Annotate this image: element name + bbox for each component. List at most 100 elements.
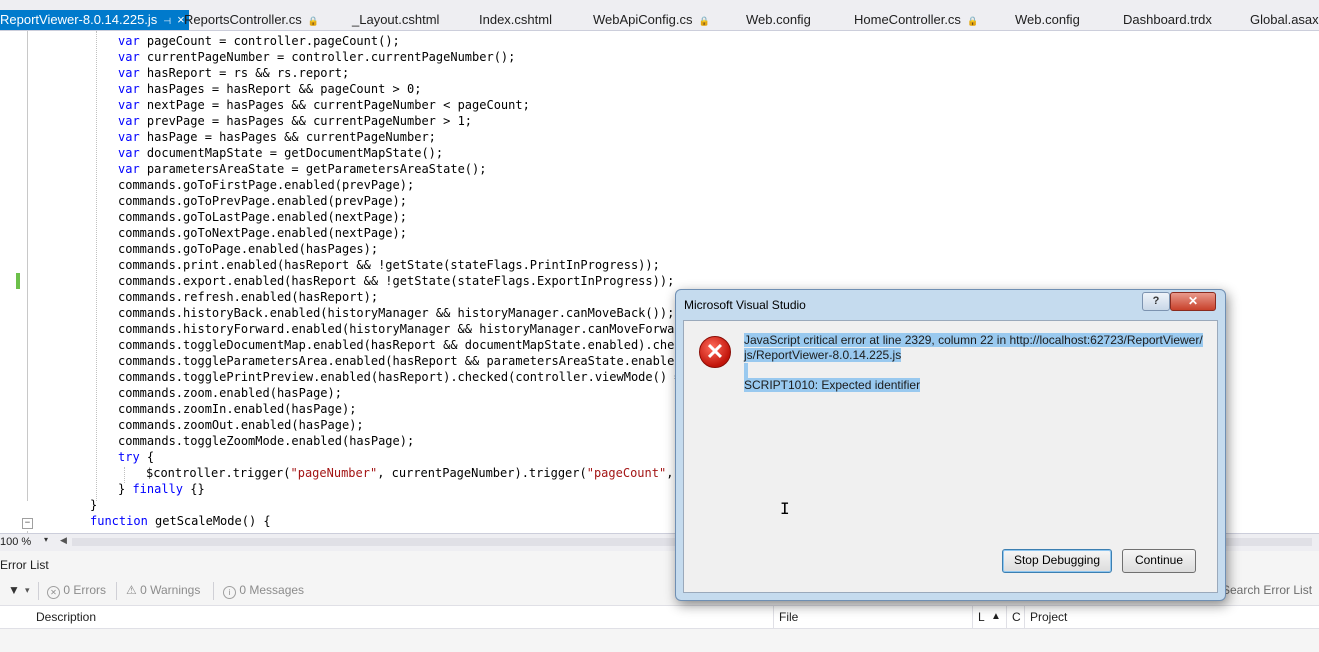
info-icon: i xyxy=(223,586,236,599)
code-line: function getScaleMode() { xyxy=(90,514,271,528)
error-message[interactable]: JavaScript critical error at line 2329, … xyxy=(744,333,1204,393)
change-marker xyxy=(16,273,20,289)
dialog-title: Microsoft Visual Studio xyxy=(684,298,806,312)
tab-label: Index.cshtml xyxy=(479,12,552,27)
code-line: var currentPageNumber = controller.curre… xyxy=(118,50,516,64)
column-separator xyxy=(773,606,774,628)
zoom-dropdown-icon[interactable]: ▾ xyxy=(44,535,48,544)
lock-icon: 🔒 xyxy=(966,16,979,26)
code-line: commands.toggleParametersArea.enabled(ha… xyxy=(118,354,696,368)
message-line: SCRIPT1010: Expected identifier xyxy=(744,378,921,392)
tab-global-asax[interactable]: Global.asax.c xyxy=(1250,10,1319,30)
code-line: commands.goToNextPage.enabled(nextPage); xyxy=(118,226,407,240)
message-line: JavaScript critical error at line 2329, … xyxy=(744,333,1203,347)
code-line: commands.refresh.enabled(hasReport); xyxy=(118,290,379,304)
lock-icon: 🔒 xyxy=(307,16,319,26)
messages-count: 0 Messages xyxy=(239,583,305,597)
continue-button[interactable]: Continue xyxy=(1122,549,1196,573)
tab-index-cshtml[interactable]: Index.cshtml xyxy=(479,10,552,30)
lock-icon: 🔒 xyxy=(698,16,710,26)
code-line: $controller.trigger("pageNumber", curren… xyxy=(146,466,695,480)
code-line: var pageCount = controller.pageCount(); xyxy=(118,34,400,48)
warnings-count: 0 Warnings xyxy=(140,583,201,597)
col-column[interactable]: C xyxy=(1012,610,1021,624)
tab-label: HomeController.cs xyxy=(854,12,961,27)
code-line: var prevPage = hasPages && currentPageNu… xyxy=(118,114,473,128)
tab-reportscontroller[interactable]: ReportsController.cs 🔒 xyxy=(184,10,319,30)
selected-blank-line xyxy=(744,363,748,378)
tab-layout-cshtml[interactable]: _Layout.cshtml xyxy=(352,10,439,30)
code-line: var hasPages = hasReport && pageCount > … xyxy=(118,82,422,96)
tab-label: WebApiConfig.cs xyxy=(593,12,693,27)
code-line: commands.print.enabled(hasReport && !get… xyxy=(118,258,660,272)
stop-debugging-button[interactable]: Stop Debugging xyxy=(1002,549,1112,573)
code-line: var parametersAreaState = getParametersA… xyxy=(118,162,487,176)
col-project[interactable]: Project xyxy=(1030,610,1067,624)
editor-gutter xyxy=(0,31,40,533)
code-line: var hasPage = hasPages && currentPageNum… xyxy=(118,130,436,144)
outline-line xyxy=(27,31,28,501)
text-cursor-icon: I xyxy=(780,499,790,518)
fold-toggle-icon[interactable]: − xyxy=(22,518,33,529)
error-icon: ✕ xyxy=(47,586,60,599)
warning-icon: ⚠ xyxy=(126,583,137,597)
tab-reportviewer-js[interactable]: ReportViewer-8.0.14.225.js ⊣ × xyxy=(0,10,189,30)
code-line: commands.goToFirstPage.enabled(prevPage)… xyxy=(118,178,415,192)
toolbar-separator xyxy=(38,582,39,600)
messages-filter-button[interactable]: i 0 Messages xyxy=(223,583,304,599)
errors-filter-button[interactable]: ✕ 0 Errors xyxy=(47,583,106,599)
filter-dropdown-icon[interactable]: ▾ xyxy=(25,585,30,596)
col-description[interactable]: Description xyxy=(36,610,96,624)
tab-web-config-2[interactable]: Web.config xyxy=(1015,10,1080,30)
error-list-header: Description File L ▲ C Project xyxy=(0,605,1319,629)
message-line: js/ReportViewer-8.0.14.225.js xyxy=(744,348,902,362)
sort-ascending-icon: ▲ xyxy=(991,611,1001,622)
document-tab-bar: ReportViewer-8.0.14.225.js ⊣ × ReportsCont… xyxy=(0,0,1319,31)
tab-label: Dashboard.trdx xyxy=(1123,12,1212,27)
code-line: commands.zoomIn.enabled(hasPage); xyxy=(118,402,357,416)
code-line: commands.goToLastPage.enabled(nextPage); xyxy=(118,210,407,224)
code-line: } finally {} xyxy=(118,482,205,496)
tab-label: ReportViewer-8.0.14.225.js xyxy=(0,12,158,27)
code-line: var hasReport = rs && rs.report; xyxy=(118,66,350,80)
tab-webapiconfig[interactable]: WebApiConfig.cs 🔒 xyxy=(593,10,710,30)
toolbar-separator xyxy=(213,582,214,600)
warnings-filter-button[interactable]: ⚠ 0 Warnings xyxy=(126,583,200,597)
column-separator xyxy=(1006,606,1007,628)
pin-icon[interactable]: ⊣ xyxy=(163,16,171,26)
column-separator xyxy=(1024,606,1025,628)
tab-label: Web.config xyxy=(746,12,811,27)
tab-web-config[interactable]: Web.config xyxy=(746,10,811,30)
close-button[interactable]: ✕ xyxy=(1170,292,1216,311)
error-dialog: Microsoft Visual Studio ? ✕ ✕ JavaScript… xyxy=(675,289,1226,601)
code-line: var documentMapState = getDocumentMapSta… xyxy=(118,146,444,160)
code-line: commands.togglePrintPreview.enabled(hasR… xyxy=(118,370,689,384)
col-file[interactable]: File xyxy=(779,610,798,624)
indent-guide xyxy=(96,31,97,501)
zoom-level[interactable]: 100 % xyxy=(0,535,50,549)
tab-label: ReportsController.cs xyxy=(184,12,302,27)
tab-dashboard-trdx[interactable]: Dashboard.trdx xyxy=(1123,10,1212,30)
filter-icon[interactable]: ▼ xyxy=(8,583,20,597)
code-line: commands.toggleDocumentMap.enabled(hasRe… xyxy=(118,338,696,352)
tab-label: Global.asax.c xyxy=(1250,12,1319,27)
code-line: commands.historyForward.enabled(historyM… xyxy=(118,322,696,336)
code-line: } xyxy=(90,498,98,512)
code-line: try { xyxy=(118,450,155,464)
scroll-left-icon[interactable]: ◀ xyxy=(60,535,67,546)
code-line: commands.goToPage.enabled(hasPages); xyxy=(118,242,379,256)
dialog-body: ✕ JavaScript critical error at line 2329… xyxy=(683,320,1218,593)
column-separator xyxy=(972,606,973,628)
toolbar-separator xyxy=(116,582,117,600)
col-line[interactable]: L xyxy=(978,610,985,624)
error-icon: ✕ xyxy=(699,336,731,368)
errors-count: 0 Errors xyxy=(63,583,107,597)
code-line: commands.zoom.enabled(hasPage); xyxy=(118,386,342,400)
search-error-list-input[interactable]: Search Error List xyxy=(1222,583,1312,597)
code-line: var nextPage = hasPages && currentPageNu… xyxy=(118,98,530,112)
tab-homecontroller[interactable]: HomeController.cs 🔒 xyxy=(854,10,978,30)
error-list-title: Error List xyxy=(0,558,49,572)
help-button[interactable]: ? xyxy=(1142,292,1170,311)
tab-label: Web.config xyxy=(1015,12,1080,27)
code-line: commands.toggleZoomMode.enabled(hasPage)… xyxy=(118,434,415,448)
